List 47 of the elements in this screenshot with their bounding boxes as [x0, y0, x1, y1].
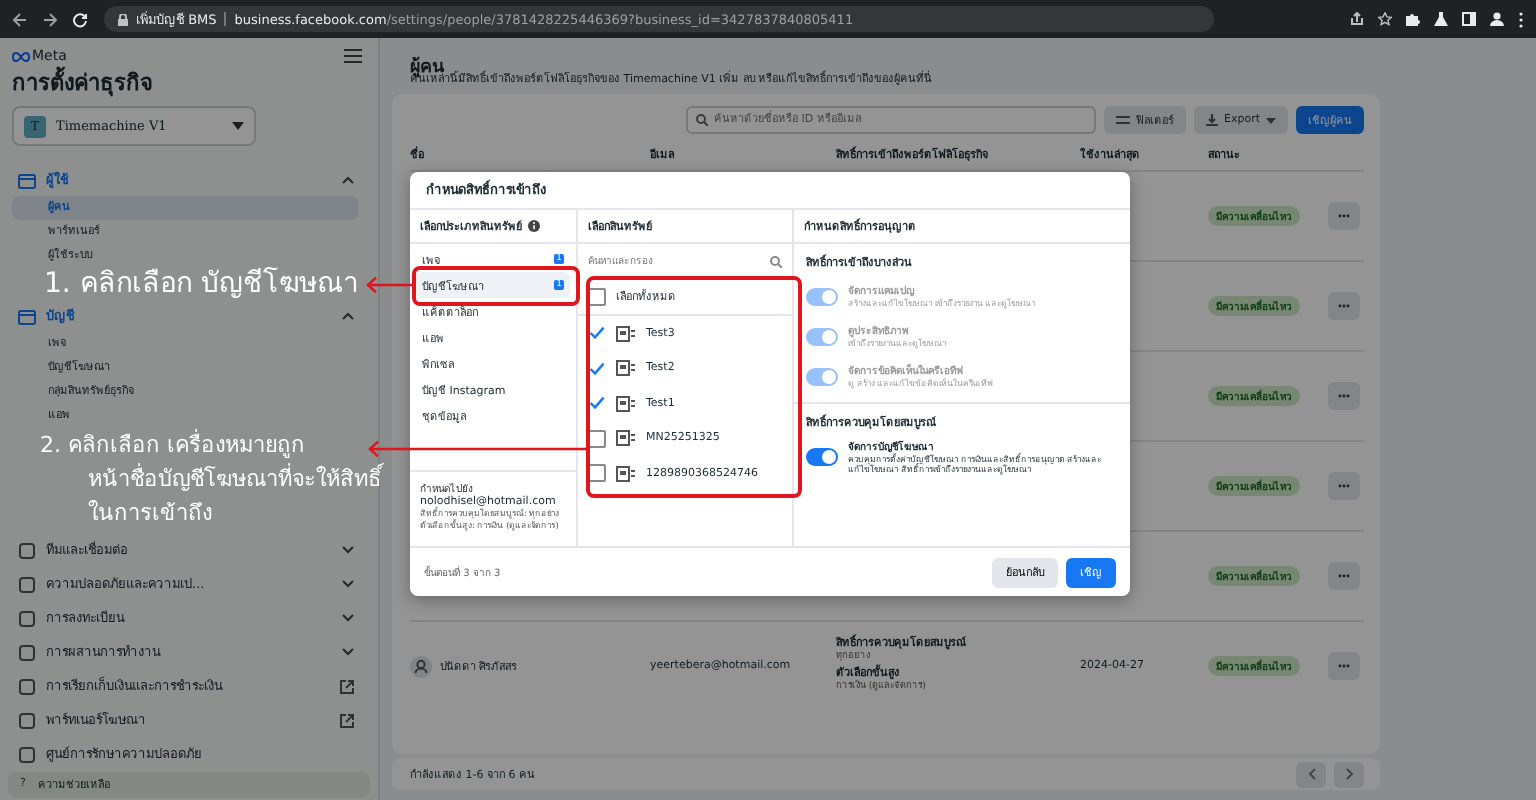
ad-account-icon: [616, 395, 636, 412]
profile-icon[interactable]: [1490, 12, 1504, 26]
download-icon: [1205, 114, 1218, 126]
search-icon: [695, 114, 708, 126]
menu-icon[interactable]: [344, 48, 362, 65]
puzzle-icon[interactable]: [1406, 12, 1420, 26]
share-icon[interactable]: [1350, 12, 1364, 26]
info-icon: [528, 220, 540, 232]
reload-icon[interactable]: [72, 11, 88, 27]
next-page-button[interactable]: [1334, 761, 1364, 787]
external-link-icon: [340, 679, 354, 694]
ad-account-icon: [616, 360, 636, 377]
back-icon[interactable]: [12, 11, 28, 27]
ad-account-icon: [616, 325, 636, 342]
caret-icon: [232, 122, 244, 131]
user-avatar-icon: [410, 655, 432, 677]
chevron-down-icon: [342, 614, 354, 623]
more-icon[interactable]: [1518, 11, 1524, 27]
flask-icon[interactable]: [1434, 12, 1448, 26]
chevron-down-icon: [342, 580, 354, 589]
section-icon: [18, 171, 36, 190]
search-icon: [770, 255, 782, 267]
forward-icon[interactable]: [42, 11, 58, 27]
section-icon: [18, 307, 36, 326]
lock-icon: [118, 13, 128, 25]
sliders-icon: [1115, 114, 1130, 126]
chevron-up-icon: [342, 312, 354, 321]
ad-account-icon: [616, 465, 636, 482]
chevron-up-icon: [342, 176, 354, 185]
external-link-icon: [340, 713, 354, 728]
chevron-down-icon: [342, 648, 354, 657]
page-title: การตั้งค่าธุรกิจ: [12, 66, 154, 101]
chevron-left-icon: [1307, 768, 1315, 780]
toggle-switch[interactable]: [806, 447, 838, 465]
previous-page-button[interactable]: [1296, 761, 1326, 787]
checkmark-icon[interactable]: [588, 361, 606, 376]
chevron-right-icon: [1345, 768, 1353, 780]
sidebar-icon[interactable]: [1462, 12, 1476, 26]
pointer-arrow: [366, 276, 414, 294]
ad-account-icon: [616, 430, 636, 447]
star-icon[interactable]: [1378, 12, 1392, 26]
caret-icon: [1266, 117, 1276, 123]
checkmark-icon[interactable]: [588, 326, 606, 341]
chevron-down-icon: [342, 546, 354, 555]
instruction-text: 1. คลิกเลือก บัญชีโฆษณา: [44, 268, 359, 300]
checkmark-icon[interactable]: [588, 396, 606, 411]
instruction-text: 2. คลิกเลือก เครื่องหมายถูก หน้าชื่อบัญชีโฆษณาที่จะให้สิทธิ์ ในการเข้าถึง: [40, 428, 382, 530]
